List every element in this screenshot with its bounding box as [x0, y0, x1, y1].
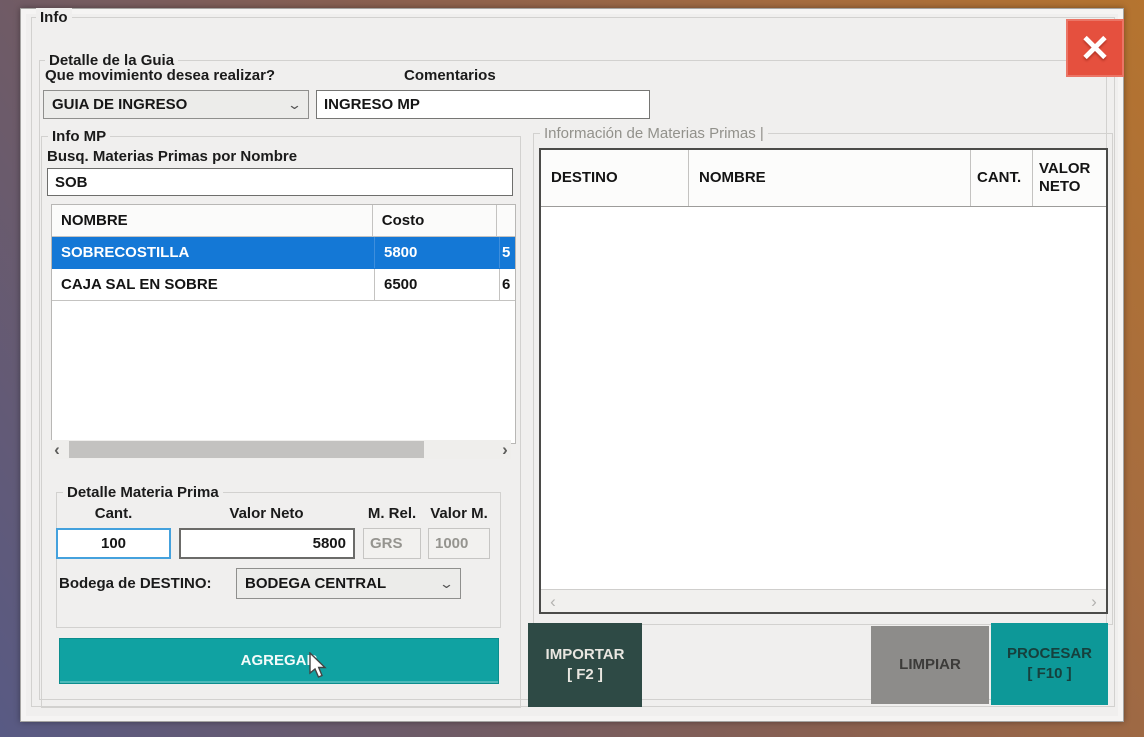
group-detalle-mp-label: Detalle Materia Prima — [63, 483, 223, 502]
column-header-nombre[interactable]: NOMBRE — [689, 150, 971, 206]
chevron-down-icon: ⌄ — [439, 576, 454, 592]
column-header-extra — [497, 205, 515, 236]
desktop-background: Info Detalle de la Guia Que movimiento d… — [0, 0, 1144, 737]
destination-table-hscrollbar[interactable]: ‹ › — [541, 589, 1106, 612]
scroll-right-icon[interactable]: › — [499, 441, 511, 458]
movement-question-label: Que movimiento desea realizar? — [45, 67, 275, 84]
cant-label: Cant. — [56, 505, 171, 522]
group-info-label: Info — [36, 8, 72, 27]
valor-m-label: Valor M. — [426, 505, 492, 522]
column-header-valor-neto[interactable]: VALOR NETO — [1033, 150, 1106, 206]
search-table-hscrollbar[interactable]: ‹ › — [51, 440, 511, 459]
m-rel-label: M. Rel. — [359, 505, 425, 522]
scroll-left-icon[interactable]: ‹ — [547, 593, 559, 610]
close-button[interactable]: ✕ — [1066, 19, 1124, 77]
agregar-button[interactable]: AGREGAR — [59, 638, 499, 684]
importar-button[interactable]: IMPORTAR [ F2 ] — [528, 623, 642, 707]
close-icon: ✕ — [1079, 27, 1110, 70]
procesar-button[interactable]: PROCESAR [ F10 ] — [991, 623, 1108, 705]
table-row-selected[interactable]: SOBRECOSTILLA 5800 5 — [52, 237, 515, 269]
importar-button-label: IMPORTAR — [546, 645, 625, 665]
cell-costo: 6500 — [375, 269, 500, 300]
mouse-cursor — [309, 652, 331, 682]
dialog-window: Info Detalle de la Guia Que movimiento d… — [20, 8, 1124, 722]
procesar-button-label: PROCESAR — [1007, 644, 1092, 664]
search-label: Busq. Materias Primas por Nombre — [47, 148, 297, 165]
column-header-destino[interactable]: DESTINO — [541, 150, 689, 206]
valor-neto-input[interactable] — [179, 528, 355, 559]
cell-nombre: SOBRECOSTILLA — [52, 237, 375, 268]
search-input[interactable] — [47, 168, 513, 196]
movement-select[interactable]: GUIA DE INGRESO ⌄ — [43, 90, 309, 119]
group-info-materias-label: Información de Materias Primas | — [540, 124, 768, 143]
movement-select-value: GUIA DE INGRESO — [52, 96, 187, 113]
bodega-destino-value: BODEGA CENTRAL — [245, 575, 386, 592]
materials-search-table: NOMBRE Costo SOBRECOSTILLA 5800 5 CAJA S… — [51, 204, 516, 444]
bodega-destino-label: Bodega de DESTINO: — [59, 575, 212, 592]
comments-label: Comentarios — [404, 67, 496, 84]
cell-nombre: CAJA SAL EN SOBRE — [52, 269, 375, 300]
valor-m-input — [428, 528, 490, 559]
scroll-right-icon[interactable]: › — [1088, 593, 1100, 610]
limpiar-button[interactable]: LIMPIAR — [871, 626, 989, 704]
destination-table-header: DESTINO NOMBRE CANT. VALOR NETO — [541, 150, 1106, 207]
cant-input[interactable] — [56, 528, 171, 559]
scroll-left-icon[interactable]: ‹ — [51, 441, 63, 458]
limpiar-button-label: LIMPIAR — [899, 655, 961, 675]
column-header-cant[interactable]: CANT. — [971, 150, 1033, 206]
table-row[interactable]: CAJA SAL EN SOBRE 6500 6 — [52, 269, 515, 301]
cell-costo: 5800 — [375, 237, 500, 268]
column-header-nombre[interactable]: NOMBRE — [52, 205, 373, 236]
chevron-down-icon: ⌄ — [287, 97, 302, 113]
m-rel-input — [363, 528, 421, 559]
valor-neto-label: Valor Neto — [179, 505, 354, 522]
procesar-button-key: [ F10 ] — [1027, 664, 1071, 684]
bodega-destino-select[interactable]: BODEGA CENTRAL ⌄ — [236, 568, 461, 599]
importar-button-key: [ F2 ] — [567, 665, 603, 685]
cell-extra: 5 — [500, 237, 515, 268]
scrollbar-thumb[interactable] — [69, 441, 424, 458]
comments-input[interactable] — [316, 90, 650, 119]
column-header-costo[interactable]: Costo — [373, 205, 497, 236]
cell-extra: 6 — [500, 269, 515, 300]
group-info-mp-label: Info MP — [48, 127, 110, 146]
table-header-row: NOMBRE Costo — [52, 205, 515, 237]
destination-table: DESTINO NOMBRE CANT. VALOR NETO ‹ › — [539, 148, 1108, 614]
